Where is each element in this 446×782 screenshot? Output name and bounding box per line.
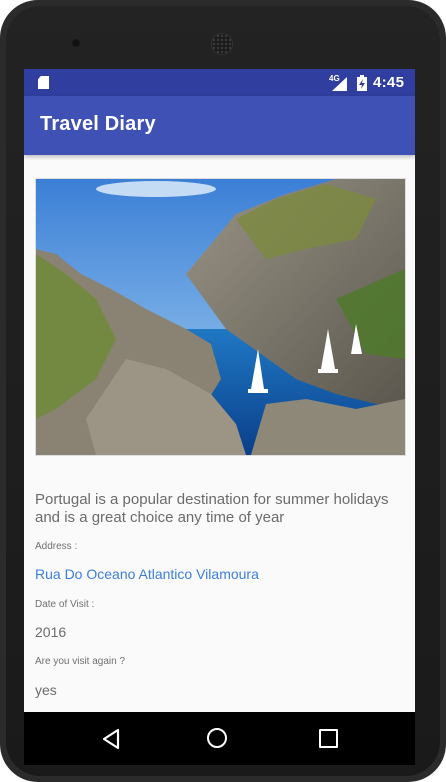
battery-charging-icon [357,75,367,91]
address-link[interactable]: Rua Do Oceano Atlantico Vilamoura [35,566,259,582]
phone-frame: 4G 4:45 Travel Diary Portugal is a popul… [0,0,446,782]
signal-icon [332,77,347,91]
status-bar: 4G 4:45 [24,69,415,96]
date-value: 2016 [35,624,67,640]
coastal-cove-photo [35,178,406,456]
sd-card-icon [38,76,49,89]
screen: 4G 4:45 Travel Diary Portugal is a popul… [24,69,415,712]
front-camera-icon [71,38,81,48]
revisit-value: yes [35,682,57,698]
date-label: Date of Visit : [35,599,95,610]
app-title: Travel Diary [40,113,156,135]
sensor-icon [353,41,360,48]
sensor-icon [370,41,377,48]
revisit-label: Are you visit again ? [35,656,126,667]
app-bar: Travel Diary [24,96,415,155]
status-time: 4:45 [373,74,405,91]
address-label: Address : [35,541,78,552]
entry-description: Portugal is a popular destination for su… [35,491,389,526]
entry-detail: Portugal is a popular destination for su… [24,155,415,712]
home-icon[interactable] [207,728,227,748]
recents-icon[interactable] [319,729,338,748]
back-icon[interactable] [100,728,122,750]
navigation-bar [24,712,415,765]
speaker-grille-icon [211,33,233,55]
